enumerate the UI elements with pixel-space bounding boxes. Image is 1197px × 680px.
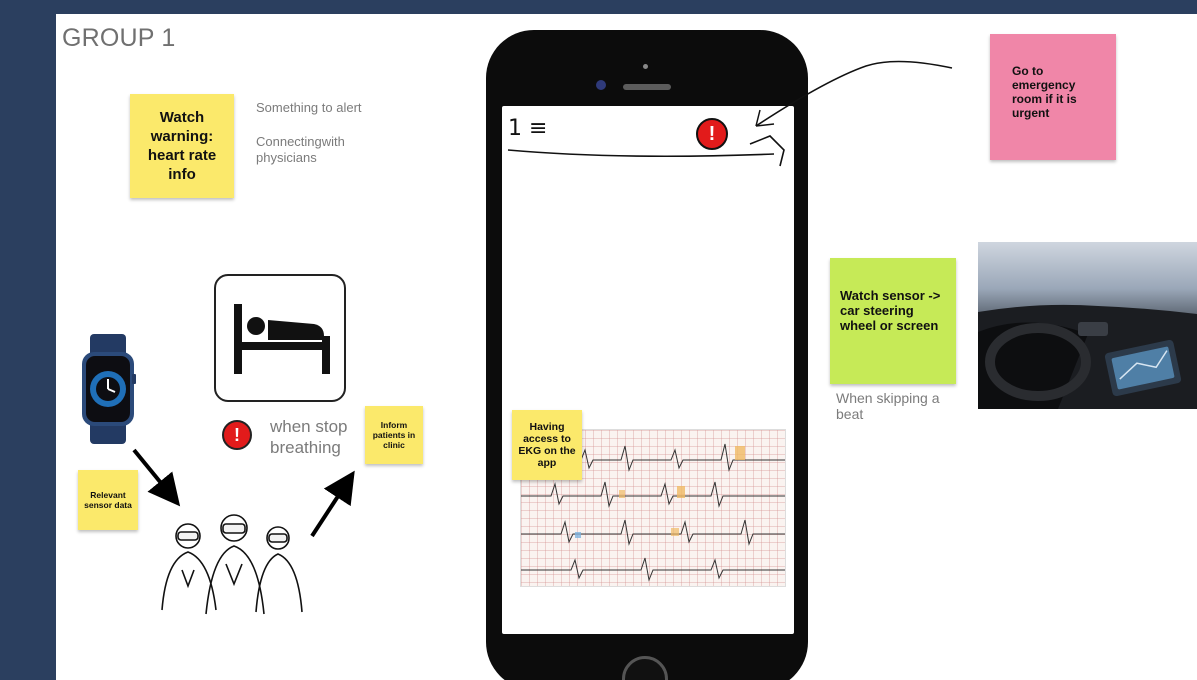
doctors-group-icon bbox=[161, 514, 303, 615]
phone-home-button[interactable] bbox=[622, 656, 668, 680]
group-title: GROUP 1 bbox=[62, 24, 176, 52]
sticky-having-access[interactable]: Having access to EKG on the app bbox=[512, 410, 582, 480]
note-when-skipping[interactable]: When skipping a beat bbox=[836, 390, 956, 422]
phone-sensor-dot bbox=[643, 64, 648, 69]
sticky-go-to-emergency-text: Go to emergency room if it is urgent bbox=[1012, 64, 1077, 120]
sticky-watch-sensor-text: Watch sensor -> car steering wheel or sc… bbox=[840, 288, 941, 333]
sticky-having-access-text: Having access to EKG on the app bbox=[518, 421, 576, 469]
note-something-to-alert[interactable]: Something to alert bbox=[256, 100, 396, 115]
whiteboard-canvas[interactable]: GROUP 1 Watch warning: heart rate info S… bbox=[56, 14, 1197, 680]
sticky-go-to-emergency[interactable]: Go to emergency room if it is urgent bbox=[990, 34, 1116, 160]
phone-speaker bbox=[623, 84, 671, 90]
sticky-watch-warning-text: Watch warning: heart rate info bbox=[147, 109, 217, 183]
phone-camera bbox=[596, 80, 606, 90]
car-interior-photo bbox=[978, 242, 1197, 409]
sticky-watch-warning[interactable]: Watch warning: heart rate info bbox=[130, 94, 234, 198]
emergency-arrow-drawing bbox=[755, 60, 953, 127]
note-connecting-physicians[interactable]: Connectingwith physicians bbox=[256, 134, 366, 166]
arrows-and-doctors-drawing bbox=[132, 448, 355, 615]
sticky-watch-sensor[interactable]: Watch sensor -> car steering wheel or sc… bbox=[830, 258, 956, 384]
bed-icon bbox=[214, 274, 346, 402]
